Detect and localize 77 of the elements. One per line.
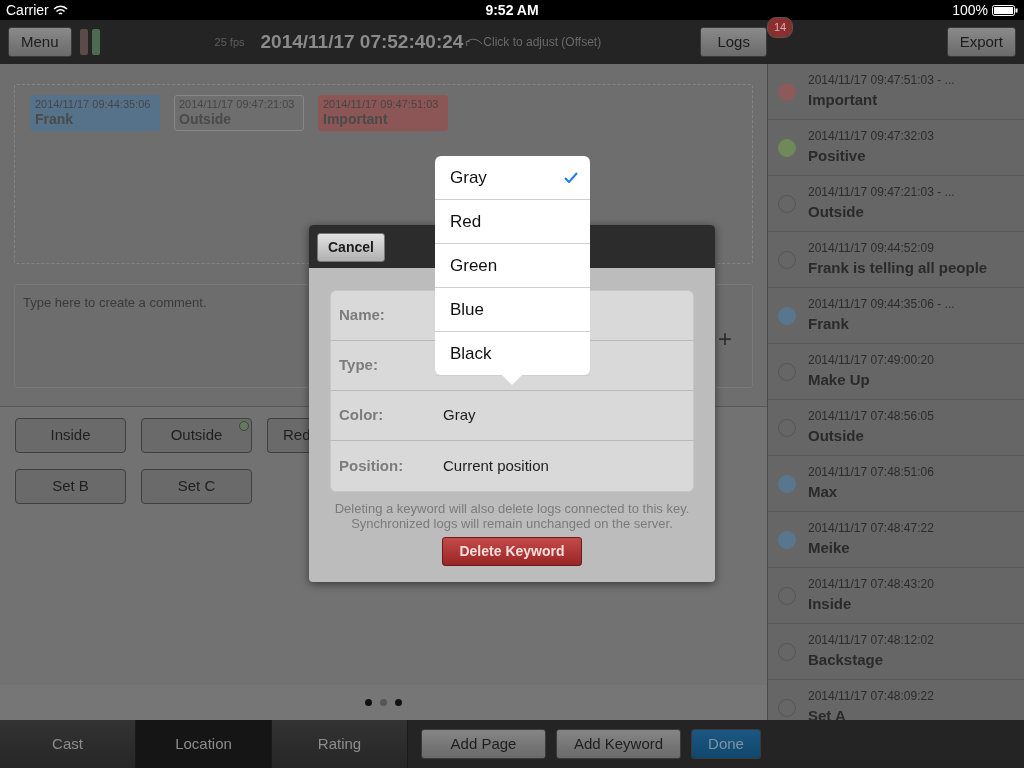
menu-item[interactable]: Gray [435,156,590,200]
field-label: Position: [339,455,405,476]
tag-chip[interactable]: 2014/11/17 09:47:51:03 Important [318,95,448,131]
log-time: 2014/11/17 09:44:52:09 [808,240,935,258]
keyword-button[interactable]: Inside [15,418,126,453]
log-title: Meike [808,538,851,559]
log-time: 2014/11/17 07:48:43:20 [808,576,934,594]
log-time: 2014/11/17 07:48:12:02 [808,632,934,650]
toolbar-button[interactable]: Add Keyword [556,729,681,759]
menu-item[interactable]: Green [435,244,590,288]
log-title: Make Up [808,370,871,391]
field-value[interactable]: Gray [443,404,476,427]
log-title: Outside [808,202,865,223]
log-time: 2014/11/17 07:48:47:22 [808,520,934,538]
timecode[interactable]: 2014/11/17 07:52:40:24 [260,27,464,57]
log-title: Inside [808,594,853,615]
log-row[interactable]: 2014/11/17 09:47:51:03 - ... Important [768,64,1024,120]
log-time: 2014/11/17 09:44:35:06 - ... [808,296,955,314]
field-value[interactable]: Current position [443,454,549,478]
cancel-button[interactable]: Cancel [317,233,385,262]
log-title: Outside [808,426,865,447]
log-row[interactable]: 2014/11/17 07:48:56:05 Outside [768,400,1024,456]
offset-hint[interactable]: Click to adjust (Offset) [483,33,602,51]
field-label: Name: [339,305,386,326]
log-row[interactable]: 2014/11/17 07:49:00:20 Make Up [768,344,1024,400]
log-row[interactable]: 2014/11/17 07:48:43:20 Inside [768,568,1024,624]
toolbar-button[interactable]: Add Page [421,729,546,759]
export-button[interactable]: Export [946,27,1016,57]
log-row[interactable]: 2014/11/17 09:47:21:03 - ... Outside [768,176,1024,232]
log-time: 2014/11/17 09:47:32:03 [808,128,934,146]
menu-button[interactable]: Menu [8,27,72,57]
battery-icon [992,4,1018,16]
tag-chip[interactable]: 2014/11/17 09:44:35:06 Frank [30,95,160,131]
tab[interactable]: Cast [0,720,136,768]
add-button[interactable]: + [718,321,732,357]
delete-button[interactable]: Delete Keyword [442,537,582,566]
audio-meter-icon [91,29,100,55]
clock-time: 9:52 AM [485,1,539,18]
wifi-icon [52,4,68,16]
log-title: Frank is telling all people [808,258,988,279]
page-dot[interactable] [380,699,387,706]
count-badge: 14 [766,17,794,38]
keyword-button[interactable]: Set B [15,469,126,504]
keyword-button[interactable]: Outside [141,418,252,453]
log-time: 2014/11/17 09:47:21:03 - ... [808,184,955,202]
done-button[interactable]: Done [691,729,761,759]
log-time: 2014/11/17 07:48:56:05 [808,408,934,426]
keyword-button[interactable]: Set C [141,469,252,504]
log-row[interactable]: 2014/11/17 07:48:12:02 Backstage [768,624,1024,680]
log-time: 2014/11/17 07:49:00:20 [808,352,934,370]
log-title: Important [808,90,879,111]
log-title: Backstage [808,650,885,671]
log-title: Positive [808,146,867,167]
log-row[interactable]: 2014/11/17 09:47:32:03 Positive [768,120,1024,176]
tab[interactable]: Location [136,720,272,768]
page-dot[interactable] [365,699,372,706]
field-label: Type: [339,355,379,376]
log-row[interactable]: 2014/11/17 07:48:51:06 Max [768,456,1024,512]
log-time: 2014/11/17 09:47:51:03 - ... [808,72,955,90]
battery-level: 100% [952,0,988,20]
carrier-name: Carrier [6,0,49,20]
menu-item[interactable]: Blue [435,288,590,332]
log-time: 2014/11/17 07:48:51:06 [808,464,934,482]
log-row[interactable]: 2014/11/17 09:44:35:06 - ... Frank [768,288,1024,344]
field-label: Color: [339,405,385,426]
menu-item[interactable]: Red [435,200,590,244]
log-title: Max [808,482,839,503]
log-title: Frank [808,314,850,335]
log-row[interactable]: 2014/11/17 07:48:47:22 Meike [768,512,1024,568]
audio-meter-icon [79,29,88,55]
log-row[interactable]: 2014/11/17 09:44:52:09 Frank is telling all people [768,232,1024,288]
logs-button[interactable]: Logs [700,27,768,57]
tab[interactable]: Rating [272,720,408,768]
warning-text: Deleting a keyword will also delete logs connected to this key. Synchronized logs will remain unchanged on the server. [333,501,691,531]
curved-arrow-icon [463,36,484,48]
log-time: 2014/11/17 07:48:09:22 [808,688,934,706]
page-dot[interactable] [395,699,402,706]
